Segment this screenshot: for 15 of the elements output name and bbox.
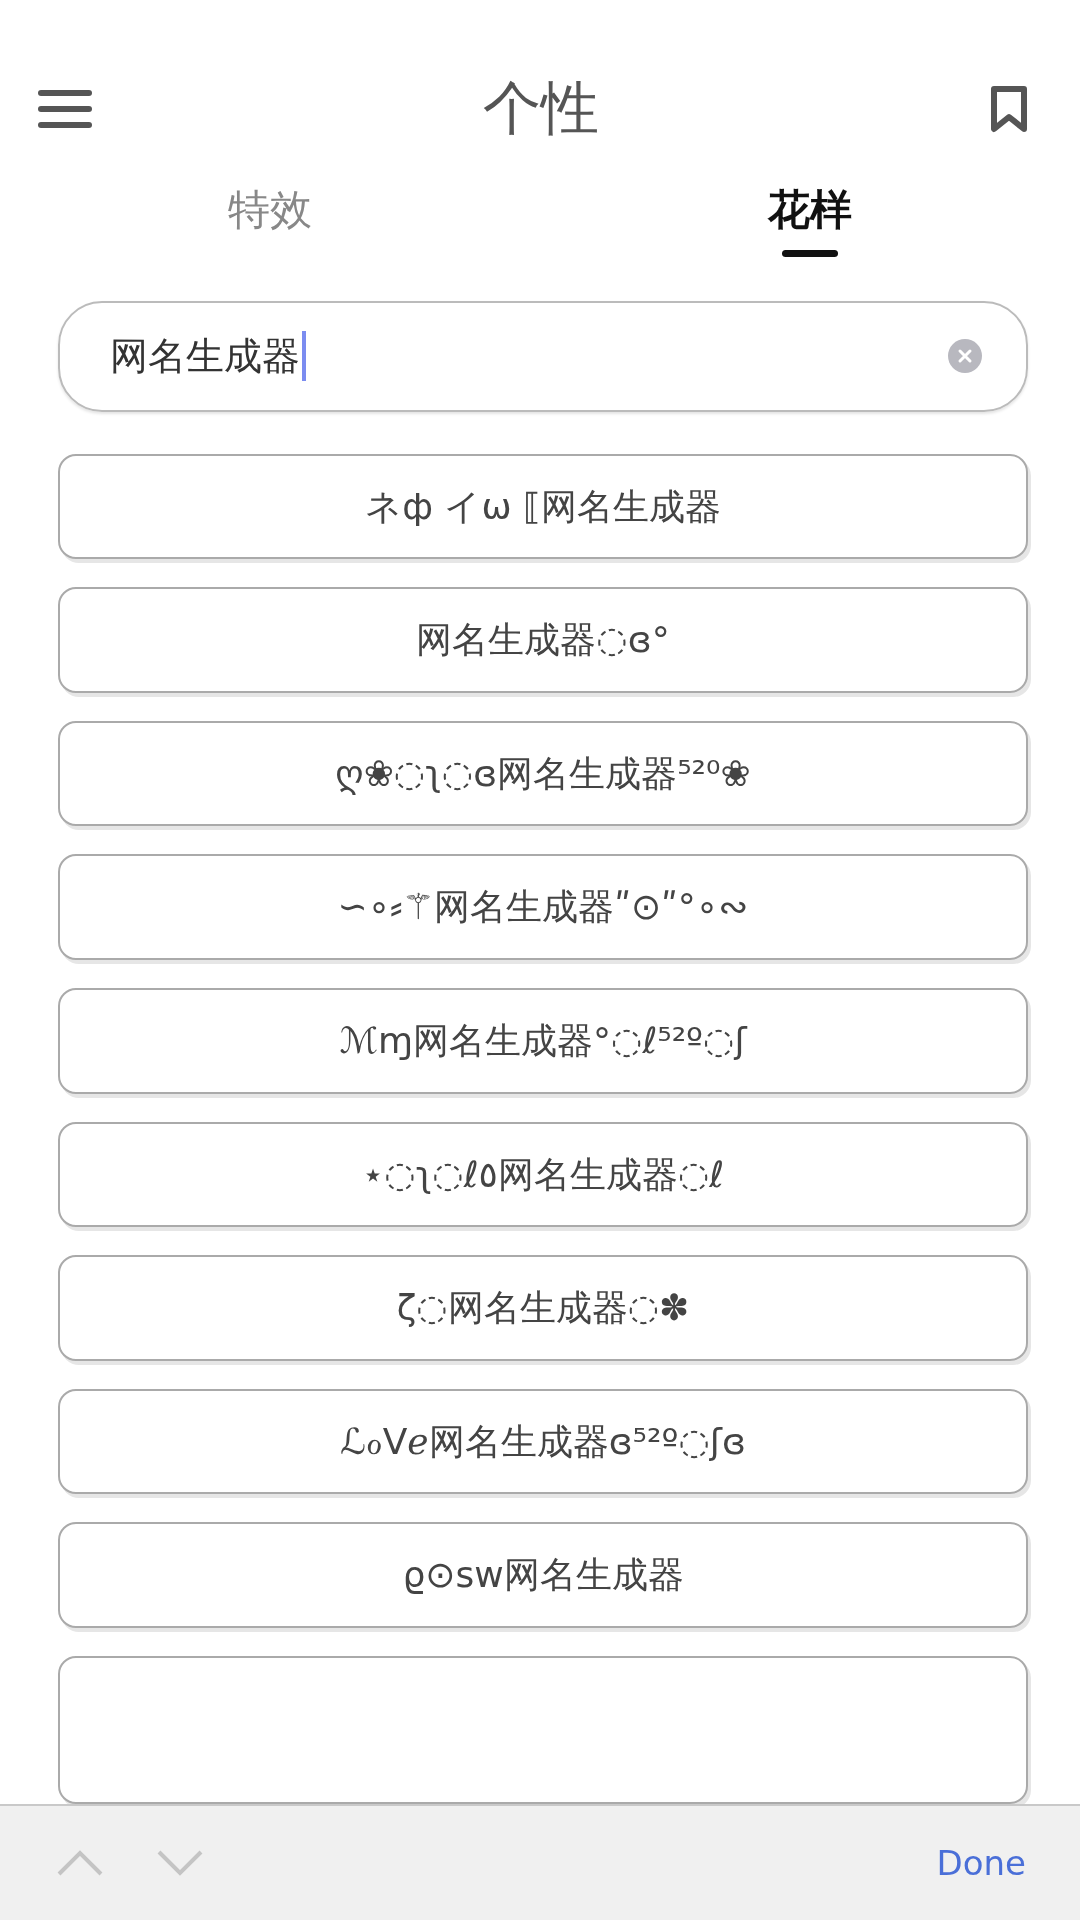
result-card[interactable]: ღ❀◌ʅ◌ɞ网名生成器⁵²⁰❀: [58, 720, 1028, 827]
tab[interactable]: 花样: [540, 180, 1080, 258]
result-card[interactable]: ∽∘⸗⚚网名生成器ʺ⊙ʺ°∘∾: [58, 854, 1028, 961]
clear-icon[interactable]: [948, 339, 982, 374]
result-card[interactable]: ℒℴVℯ网名生成器ɞ⁵²º◌ʃɞ: [58, 1388, 1028, 1495]
bookmark-icon[interactable]: [990, 85, 1028, 133]
chevron-up-icon[interactable]: [56, 1849, 104, 1877]
menu-icon[interactable]: [38, 90, 92, 128]
done-button[interactable]: Done: [930, 1842, 1032, 1884]
tab[interactable]: 特效: [0, 180, 540, 258]
result-card[interactable]: ⋆◌ʅ◌ℓ٥网名生成器◌ℓ: [58, 1121, 1028, 1228]
page-title: 个性: [483, 73, 599, 144]
result-card[interactable]: ネф イω ⟦网名生成器: [58, 453, 1028, 560]
chevron-down-icon[interactable]: [156, 1849, 204, 1877]
search-field[interactable]: 网名生成器: [58, 301, 1028, 412]
